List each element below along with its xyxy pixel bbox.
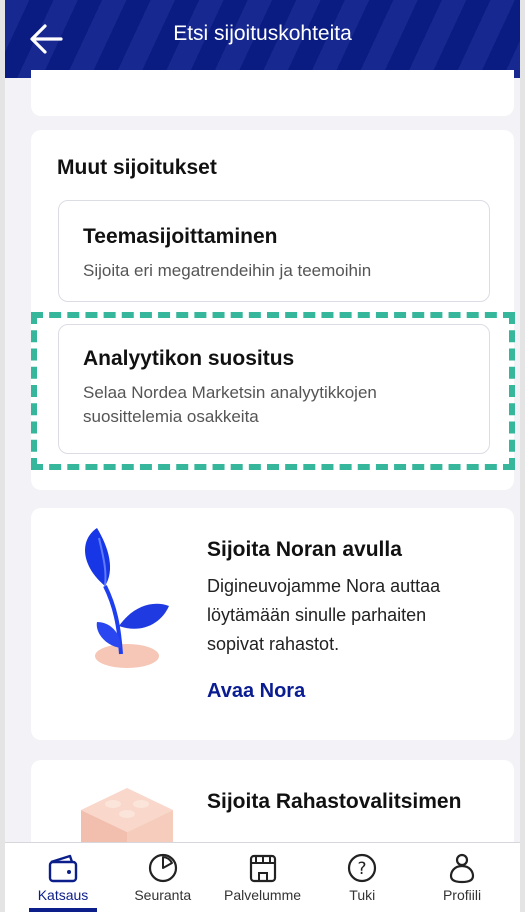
tab-label: Tuki bbox=[349, 887, 376, 903]
analyst-recommendation-option[interactable]: Analyytikon suositus Selaa Nordea Market… bbox=[58, 324, 490, 454]
person-icon bbox=[449, 853, 475, 884]
help-circle-icon: ? bbox=[348, 853, 377, 883]
other-investments-card: Muut sijoitukset Teemasijoittaminen Sijo… bbox=[31, 130, 514, 490]
tab-label: Profiili bbox=[442, 887, 482, 903]
tab-label: Katsaus bbox=[37, 887, 89, 903]
option-description: Sijoita eri megatrendeihin ja teemoihin bbox=[83, 261, 372, 280]
nora-description: Digineuvojamme Nora auttaa löytämään sin… bbox=[207, 576, 441, 654]
option-title: Teemasijoittaminen bbox=[83, 225, 278, 248]
tab-tuki[interactable]: ? Tuki bbox=[314, 843, 410, 912]
plant-sprout-icon bbox=[85, 528, 169, 668]
tab-palvelumme[interactable]: Palvelumme bbox=[215, 843, 311, 912]
nora-title: Sijoita Noran avulla bbox=[207, 538, 402, 561]
store-icon bbox=[249, 854, 276, 883]
tab-label: Seuranta bbox=[134, 887, 192, 903]
pie-chart-icon bbox=[148, 853, 177, 883]
tab-seuranta[interactable]: Seuranta bbox=[115, 843, 211, 912]
wallet-icon bbox=[48, 854, 78, 883]
section-title: Muut sijoitukset bbox=[57, 156, 217, 179]
fund-selector-title: Sijoita Rahastovalitsimen bbox=[207, 790, 462, 813]
option-description: Selaa Nordea Marketsin analyytikkojen su… bbox=[83, 383, 377, 426]
tab-profiili[interactable]: Profiili bbox=[414, 843, 510, 912]
theme-investing-option[interactable]: Teemasijoittaminen Sijoita eri megatrend… bbox=[58, 200, 490, 302]
nora-card: Sijoita Noran avulla Digineuvojamme Nora… bbox=[31, 508, 514, 740]
option-title: Analyytikon suositus bbox=[83, 347, 295, 370]
tab-label: Palvelumme bbox=[223, 887, 302, 903]
bottom-tab-bar: Katsaus Seuranta Palvelumme ? Tuki Profi… bbox=[5, 842, 520, 912]
svg-text:?: ? bbox=[358, 859, 367, 879]
previous-card bbox=[31, 70, 514, 116]
app-header: Etsi sijoituskohteita bbox=[5, 0, 520, 78]
tab-katsaus[interactable]: Katsaus bbox=[15, 843, 111, 912]
page-title: Etsi sijoituskohteita bbox=[173, 22, 352, 45]
open-nora-link[interactable]: Avaa Nora bbox=[207, 680, 305, 703]
